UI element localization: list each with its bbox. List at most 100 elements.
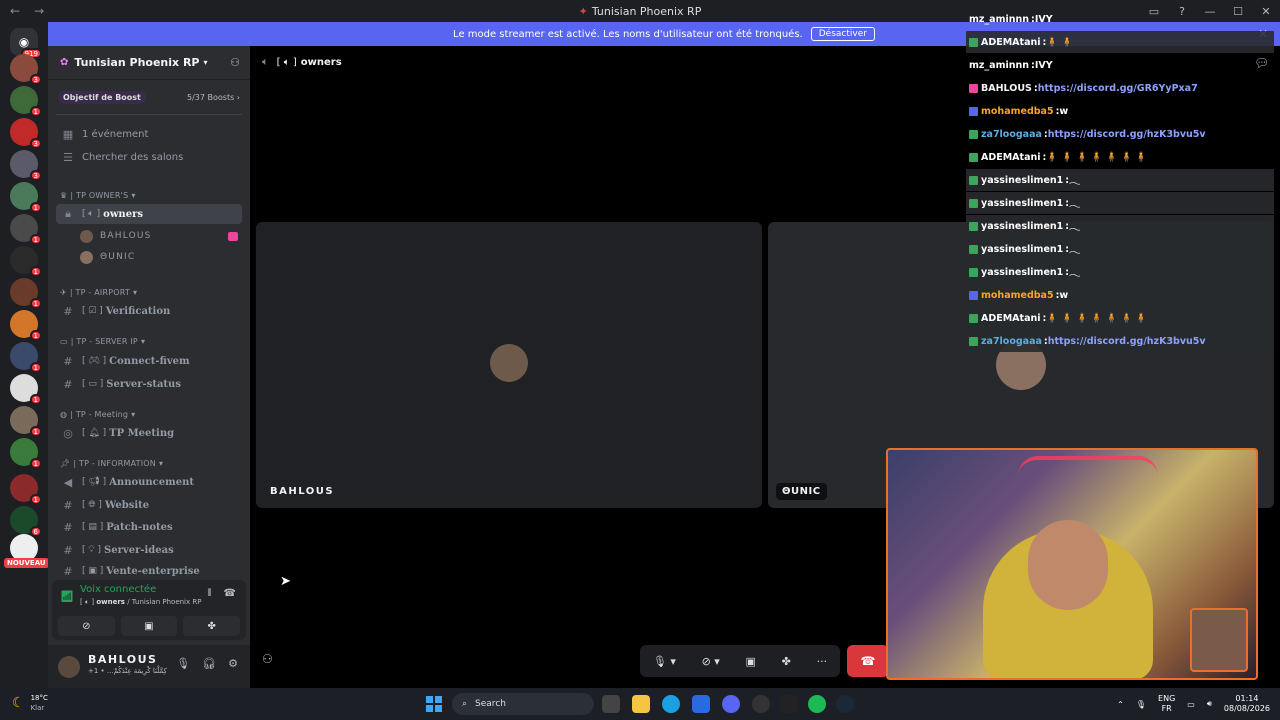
microphone-icon[interactable]: 🎙︎ xyxy=(1136,700,1146,709)
app-icon[interactable] xyxy=(752,695,770,713)
video-tile-left[interactable]: BAHLOUS xyxy=(256,222,762,508)
invite-people-icon[interactable]: ⚇ xyxy=(262,652,273,666)
chat-message: mz_aminnn: IVY xyxy=(969,13,1053,25)
server-icon[interactable]: 1 xyxy=(10,182,42,213)
meeting-icon: ◍ xyxy=(60,409,68,419)
gear-icon[interactable]: ⚙ xyxy=(228,657,238,670)
more-icon[interactable]: ··· xyxy=(817,655,828,668)
activities-icon[interactable]: ✤ xyxy=(782,655,791,668)
hangup-button[interactable]: ☎ xyxy=(847,645,889,677)
app-logo-icon: ✦ xyxy=(578,4,588,18)
channel-connect-fivem[interactable]: #[ 🎮︎ ] Connect-fivem xyxy=(56,351,242,371)
channel-owners[interactable]: 🔒︎[ 🔈︎ ] owners xyxy=(56,204,242,224)
voice-member[interactable]: ΘUNIC xyxy=(76,247,242,267)
crown-icon: ♛ xyxy=(60,190,68,200)
forward-arrow-icon[interactable]: → xyxy=(34,4,44,18)
server-icon[interactable]: 3 xyxy=(10,150,42,181)
server-icon[interactable]: 3 xyxy=(10,54,42,85)
taskbar-search[interactable]: ⌕ Search xyxy=(452,693,594,715)
server-icon[interactable]: 1 xyxy=(10,374,42,405)
chat-bubble-icon[interactable]: 💬︎ xyxy=(1254,56,1269,70)
channel-website[interactable]: #[ 🌐︎ ] Website xyxy=(56,495,242,515)
chat-message: BAHLOUS: https://discord.gg/GR6YyPxa7 xyxy=(966,77,1274,99)
server-icon[interactable]: 1 xyxy=(10,246,42,277)
user-name[interactable]: BAHLOUS xyxy=(88,653,157,666)
live-icon xyxy=(228,231,238,241)
hash-icon: # xyxy=(63,304,73,318)
channel-verification[interactable]: #[ ☑ ] Verification xyxy=(56,301,242,321)
voice-location[interactable]: [ 🔈︎ ] owners / Tunisian Phoenix RP xyxy=(80,598,201,607)
camera-off-icon[interactable]: ⊘ ▾ xyxy=(702,655,720,668)
volume-icon[interactable]: 🔊︎ xyxy=(1207,699,1212,709)
task-view-icon[interactable] xyxy=(602,695,620,713)
server-icon[interactable]: 6 xyxy=(10,506,42,537)
disable-streamer-button[interactable]: Désactiver xyxy=(810,27,875,41)
boost-goal[interactable]: Objectif de Boost 5/37 Boosts › xyxy=(58,88,240,106)
tile-name: BAHLOUS xyxy=(270,486,335,497)
weather-widget[interactable]: ☾ 18°C Klar xyxy=(12,693,48,713)
camera-off-button[interactable]: ⊘ xyxy=(58,616,115,636)
events-item[interactable]: ▦ 1 événement xyxy=(56,124,242,144)
chat-message: ADEMAtani: 🧍🧍🧍🧍🧍🧍🧍 xyxy=(966,307,1274,329)
clock[interactable]: 01:14 08/08/2026 xyxy=(1224,694,1270,714)
store-icon[interactable] xyxy=(692,695,710,713)
taskbar: ☾ 18°C Klar ⌕ Search ⌃ 🎙︎ ENG FR ▭ 🔊︎ 01:14… xyxy=(0,688,1280,720)
voice-buttons: ⊘ ▣ ✤ xyxy=(52,616,246,636)
category-meeting[interactable]: ◍ | TP - Meeting ▾ xyxy=(56,404,242,424)
screen-share-icon[interactable]: ▣ xyxy=(746,655,756,668)
voice-status[interactable]: Voix connectée xyxy=(80,584,156,595)
chevron-up-icon[interactable]: ⌃ xyxy=(1117,700,1124,709)
voice-member[interactable]: BAHLOUS xyxy=(76,226,242,246)
category-serverip[interactable]: ▭ | TP - SERVER IP ▾ xyxy=(56,331,242,351)
webcam-overlay xyxy=(886,448,1258,680)
voice-panel: 📶︎ Voix connectée [ 🔈︎ ] owners / Tunisi… xyxy=(52,580,246,640)
channel-tp-meeting[interactable]: ◎[ 🔔︎ ] TP Meeting xyxy=(56,423,242,443)
channel-patch-notes[interactable]: #[ ▤ ] Patch-notes xyxy=(56,517,242,537)
search-icon: ⌕ xyxy=(462,699,468,709)
server-icon[interactable]: 1 xyxy=(10,310,42,341)
file-explorer-icon[interactable] xyxy=(632,695,650,713)
guild-name: Tunisian Phoenix RP xyxy=(74,56,200,69)
server-icon[interactable]: 1 xyxy=(10,474,42,505)
server-icon[interactable]: 1 xyxy=(10,86,42,117)
channel-announcement[interactable]: ◀[ 📢︎ ] Announcement xyxy=(56,472,242,492)
back-arrow-icon[interactable]: ← xyxy=(10,4,20,18)
microphone-icon[interactable]: 🎙︎ xyxy=(176,657,190,670)
category-information[interactable]: 📌︎ | TP - INFORMATION ▾ xyxy=(56,453,242,473)
activity-button[interactable]: ✤ xyxy=(183,616,241,636)
category-owners[interactable]: ♛ | TP OWNER'S ▾ xyxy=(56,185,242,205)
start-button[interactable] xyxy=(426,696,442,712)
user-avatar[interactable] xyxy=(58,656,80,678)
category-airport[interactable]: ✈ | TP - AIRPORT ▾ xyxy=(56,282,242,302)
badge-icon xyxy=(969,221,978,231)
screen-share-button[interactable]: ▣ xyxy=(120,616,178,636)
signal-icon[interactable]: 📶︎ xyxy=(60,590,74,603)
chat-message: mohamedba5: w xyxy=(966,284,1274,306)
chat-message: yassineslimen1: 𓂃 xyxy=(966,169,1274,191)
neon-sign xyxy=(1018,456,1158,506)
discord-home-icon[interactable]: ◉ 919 xyxy=(10,28,42,59)
app-icon[interactable] xyxy=(780,695,798,713)
server-icon[interactable]: 1 xyxy=(10,214,42,245)
browse-channels-item[interactable]: ☰ Chercher des salons xyxy=(56,147,242,167)
server-icon[interactable]: 1 xyxy=(10,438,42,469)
microphone-icon[interactable]: 🎙︎ ▾ xyxy=(653,655,676,668)
edge-icon[interactable] xyxy=(662,695,680,713)
steam-icon[interactable] xyxy=(836,695,854,713)
language-indicator[interactable]: ENG FR xyxy=(1158,694,1175,714)
network-icon[interactable]: ▭ xyxy=(1187,700,1195,709)
headphones-icon[interactable]: 🎧︎ xyxy=(202,657,216,670)
channel-server-status[interactable]: #[ ▭ ] Server-status xyxy=(56,374,242,394)
server-icon[interactable]: 1 xyxy=(10,342,42,373)
server-icon[interactable]: 1 xyxy=(10,406,42,437)
guild-header[interactable]: ✿ Tunisian Phoenix RP ▾ ⚇ xyxy=(48,46,250,80)
channel-vente-enterprise[interactable]: #[ ▣ ] Vente-enterprise xyxy=(56,563,242,579)
server-icon[interactable]: 1 xyxy=(10,278,42,309)
server-icon[interactable]: 3 xyxy=(10,118,42,149)
disconnect-icon[interactable]: ☎ xyxy=(224,588,236,599)
noise-suppression-icon[interactable]: ⫴ xyxy=(207,588,211,599)
channel-server-ideas[interactable]: #[ 💡︎ ] Server-ideas xyxy=(56,540,242,560)
invite-icon[interactable]: ⚇ xyxy=(230,56,240,69)
discord-icon[interactable] xyxy=(722,695,740,713)
spotify-icon[interactable] xyxy=(808,695,826,713)
